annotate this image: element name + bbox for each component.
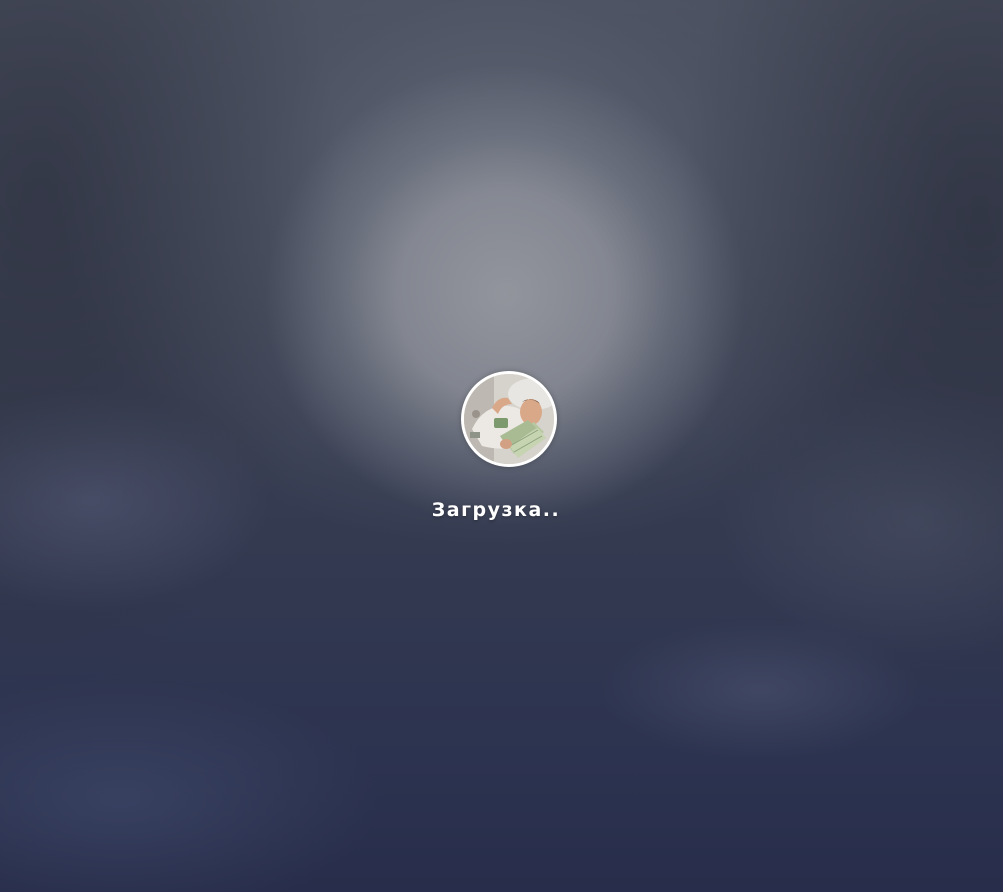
avatar (461, 371, 557, 467)
user-photo-icon (464, 374, 554, 464)
loading-screen: Загрузка.. (0, 0, 1003, 892)
loading-status-text: Загрузка.. (431, 499, 561, 521)
